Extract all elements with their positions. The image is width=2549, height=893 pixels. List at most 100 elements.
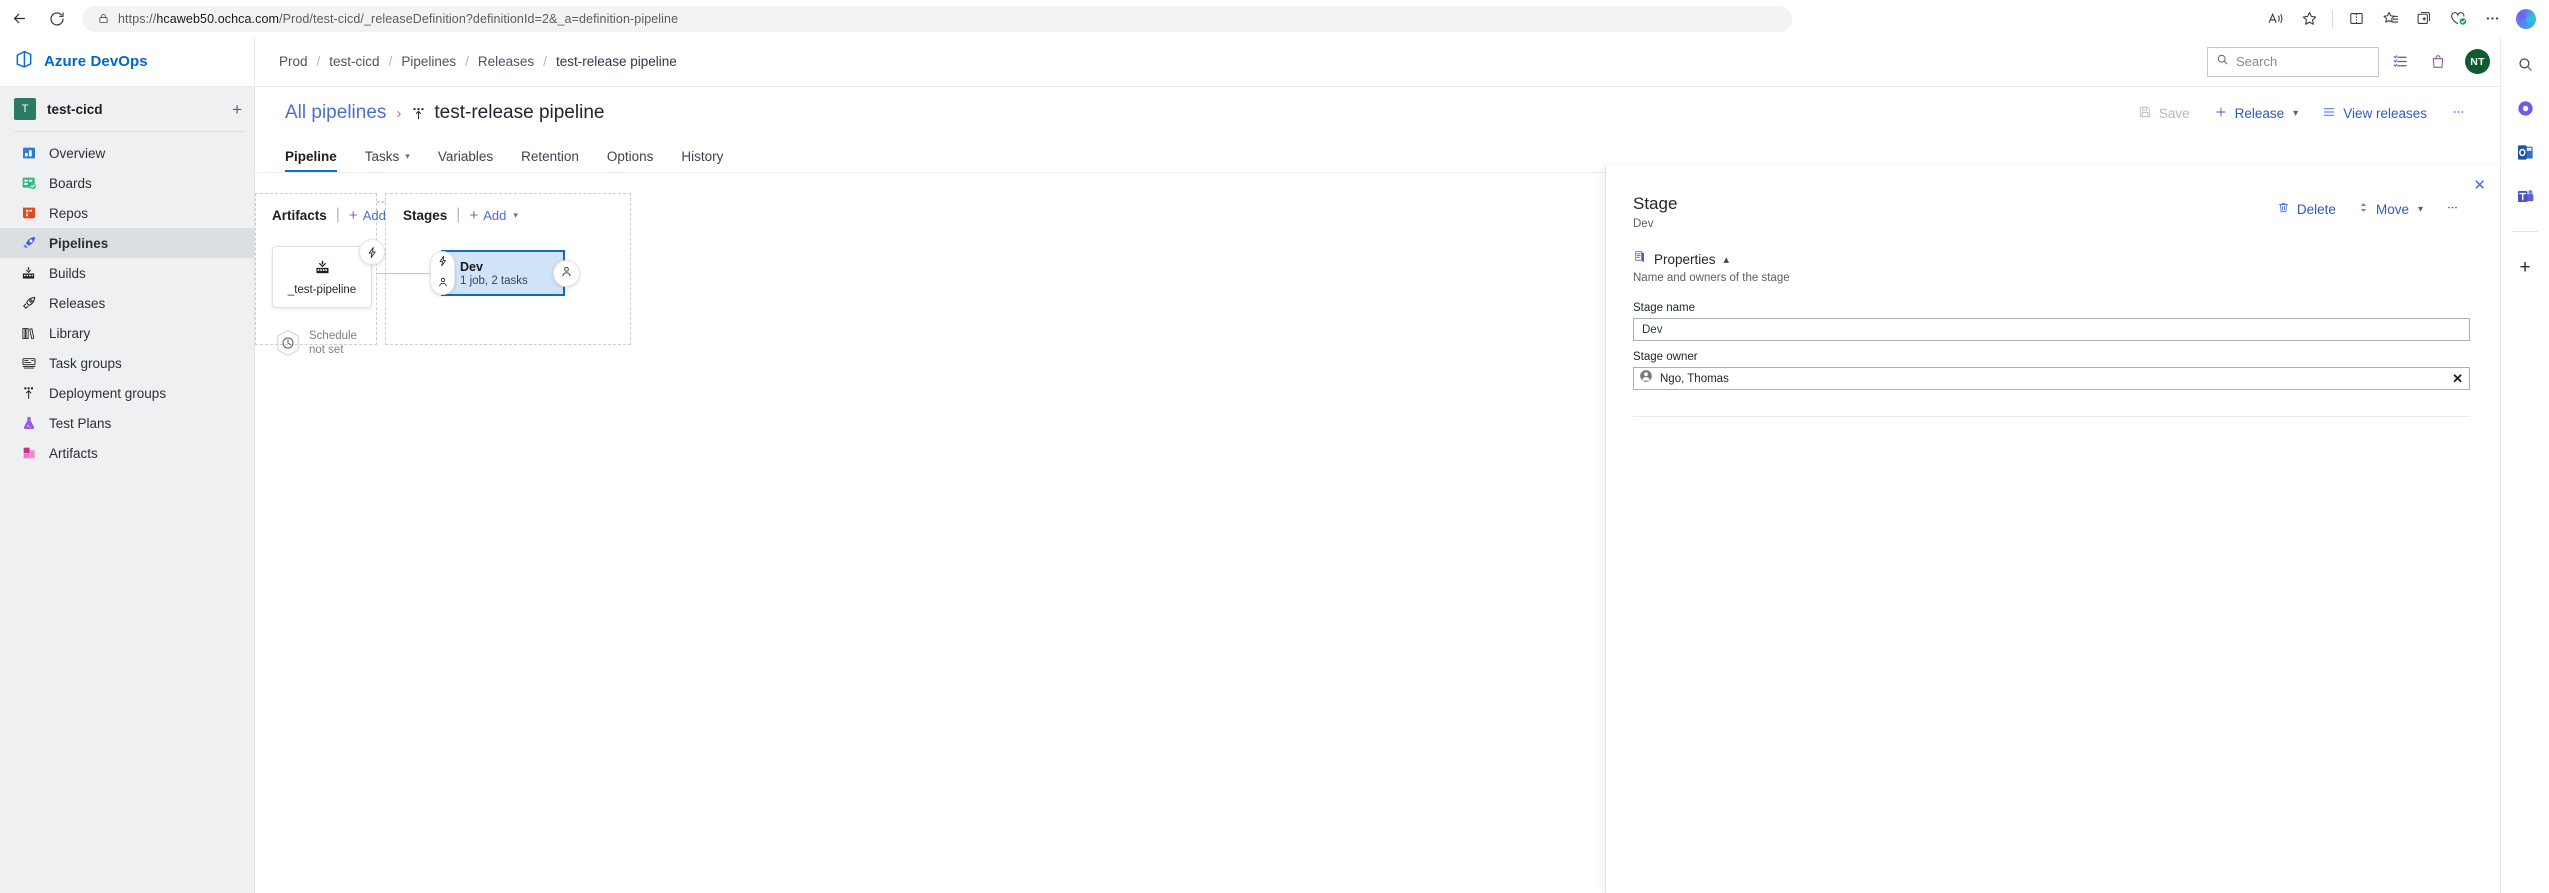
artifacts-separator: |: [335, 206, 340, 223]
tab-label: Retention: [521, 149, 579, 164]
breadcrumb-item-project[interactable]: test-cicd: [329, 54, 379, 69]
favorites-list-icon[interactable]: [2373, 4, 2407, 34]
breadcrumb-item-pipelines[interactable]: Pipelines: [401, 54, 456, 69]
rail-copilot-icon[interactable]: [2510, 95, 2540, 121]
tab-retention[interactable]: Retention: [507, 149, 593, 172]
breadcrumb-item-prod[interactable]: Prod: [279, 54, 308, 69]
deployment-groups-icon: [20, 385, 37, 402]
split-screen-icon[interactable]: [2339, 4, 2373, 34]
save-button[interactable]: Save: [2128, 100, 2200, 127]
collections-icon[interactable]: [2407, 4, 2441, 34]
save-disk-icon: [2138, 105, 2152, 122]
rail-search-icon[interactable]: [2510, 51, 2540, 77]
sidebar-item-pipelines[interactable]: Pipelines: [0, 228, 254, 258]
tab-pipeline[interactable]: Pipeline: [285, 149, 351, 172]
rail-teams-icon[interactable]: [2510, 183, 2540, 209]
release-button[interactable]: Release ▾: [2204, 100, 2309, 127]
detail-panel-more-button[interactable]: [2435, 196, 2470, 222]
page-more-button[interactable]: [2441, 100, 2476, 127]
detail-panel-divider: [1633, 416, 2470, 417]
favorite-star-icon[interactable]: [2292, 4, 2326, 34]
sidebar-item-label: Repos: [49, 205, 89, 221]
breadcrumb-item-releases[interactable]: Releases: [478, 54, 534, 69]
tab-options[interactable]: Options: [593, 149, 668, 172]
sidebar-item-label: Deployment groups: [49, 385, 167, 401]
sidebar-item-label: Releases: [49, 295, 106, 311]
project-header[interactable]: T test-cicd +: [0, 91, 254, 127]
sidebar-item-overview[interactable]: Overview: [0, 138, 254, 168]
tab-variables[interactable]: Variables: [424, 149, 507, 172]
add-artifact-button[interactable]: + Add: [349, 208, 386, 223]
release-pipeline-icon: [411, 106, 426, 121]
browser-essentials-icon[interactable]: [2441, 4, 2475, 34]
sidebar-item-task-groups[interactable]: Task groups: [0, 348, 254, 378]
sidebar-item-boards[interactable]: Boards: [0, 168, 254, 198]
sidebar-item-artifacts[interactable]: Artifacts: [0, 438, 254, 468]
stage-owner-value: Ngo, Thomas: [1660, 372, 1729, 385]
boards-icon: [20, 175, 37, 192]
chevron-up-icon[interactable]: ▴: [1724, 253, 1730, 266]
sidebar-item-label: Overview: [49, 145, 106, 161]
sidebar-item-library[interactable]: Library: [0, 318, 254, 348]
stage-name-input[interactable]: Dev: [1633, 318, 2470, 341]
url-text: https://hcaweb50.ochca.com/Prod/test-cic…: [118, 11, 679, 26]
detail-panel-actions: Delete Move ▾: [2267, 194, 2470, 222]
sidebar-item-label: Artifacts: [49, 445, 98, 461]
project-add-button[interactable]: +: [232, 101, 242, 118]
view-releases-button[interactable]: View releases: [2312, 100, 2437, 127]
stage-node-dev[interactable]: Dev 1 job, 2 tasks: [441, 250, 565, 296]
move-stage-button[interactable]: Move ▾: [2348, 196, 2433, 222]
tab-label: History: [681, 149, 724, 164]
clear-x-icon[interactable]: ✕: [2452, 371, 2463, 387]
shopping-bag-icon[interactable]: [2421, 45, 2455, 79]
sidebar-item-repos[interactable]: Repos: [0, 198, 254, 228]
breadcrumb-separator: /: [543, 54, 547, 69]
add-stage-label: Add: [483, 207, 507, 223]
reload-icon[interactable]: [38, 5, 76, 33]
brand-zone[interactable]: Azure DevOps: [0, 36, 255, 87]
view-releases-label: View releases: [2343, 105, 2427, 121]
pre-deployment-conditions-badge[interactable]: [430, 251, 455, 295]
edge-sidebar: +: [2500, 37, 2549, 893]
rail-add-icon[interactable]: +: [2510, 254, 2540, 280]
sidebar-item-deployment-groups[interactable]: Deployment groups: [0, 378, 254, 408]
plus-icon: +: [469, 206, 479, 224]
stage-owner-field[interactable]: Ngo, Thomas ✕: [1633, 367, 2470, 390]
copilot-icon[interactable]: [2509, 4, 2543, 34]
artifacts-header: Artifacts | + Add: [272, 206, 386, 224]
ellipsis-icon: [2445, 201, 2460, 217]
close-icon[interactable]: ✕: [2473, 176, 2486, 194]
properties-section-header[interactable]: Properties ▴: [1606, 230, 2500, 268]
properties-title: Properties: [1654, 251, 1716, 267]
search-input[interactable]: Search: [2207, 46, 2379, 77]
delete-stage-button[interactable]: Delete: [2267, 196, 2346, 222]
search-placeholder: Search: [2236, 54, 2278, 69]
artifacts-title: Artifacts: [272, 207, 327, 223]
avatar[interactable]: NT: [2465, 49, 2490, 74]
post-deployment-conditions-badge[interactable]: [553, 260, 580, 287]
page-commands: Save Release ▾ View releases: [2128, 100, 2476, 127]
read-aloud-icon[interactable]: [2258, 4, 2292, 34]
sidebar-item-releases[interactable]: Releases: [0, 288, 254, 318]
rail-outlook-icon[interactable]: [2510, 139, 2540, 165]
sidebar-item-label: Pipelines: [49, 235, 109, 251]
back-arrow-icon[interactable]: [0, 5, 38, 33]
sidebar-item-test-plans[interactable]: Test Plans: [0, 408, 254, 438]
pre-deployment-trigger-icon: [437, 254, 449, 272]
tab-history[interactable]: History: [667, 149, 737, 172]
breadcrumb-item-current[interactable]: test-release pipeline: [556, 54, 677, 69]
artifact-card[interactable]: _test-pipeline: [272, 246, 372, 308]
sidebar-item-label: Task groups: [49, 355, 122, 371]
browser-toolbar-actions: [2258, 0, 2549, 37]
address-bar[interactable]: https://hcaweb50.ochca.com/Prod/test-cic…: [82, 5, 1792, 32]
sidebar-item-builds[interactable]: Builds: [0, 258, 254, 288]
all-pipelines-link[interactable]: All pipelines: [285, 102, 386, 124]
schedule-not-set[interactable]: Schedule not set: [275, 329, 357, 358]
marketplace-icon[interactable]: [2383, 45, 2417, 79]
tab-tasks[interactable]: Tasks ▾: [351, 149, 424, 172]
ellipsis-icon: [2451, 105, 2466, 122]
add-stage-button[interactable]: + Add ▾: [469, 208, 517, 223]
stage-owner-label: Stage owner: [1633, 351, 1698, 363]
settings-more-icon[interactable]: [2475, 4, 2509, 34]
continuous-deployment-trigger-icon[interactable]: [359, 239, 385, 265]
